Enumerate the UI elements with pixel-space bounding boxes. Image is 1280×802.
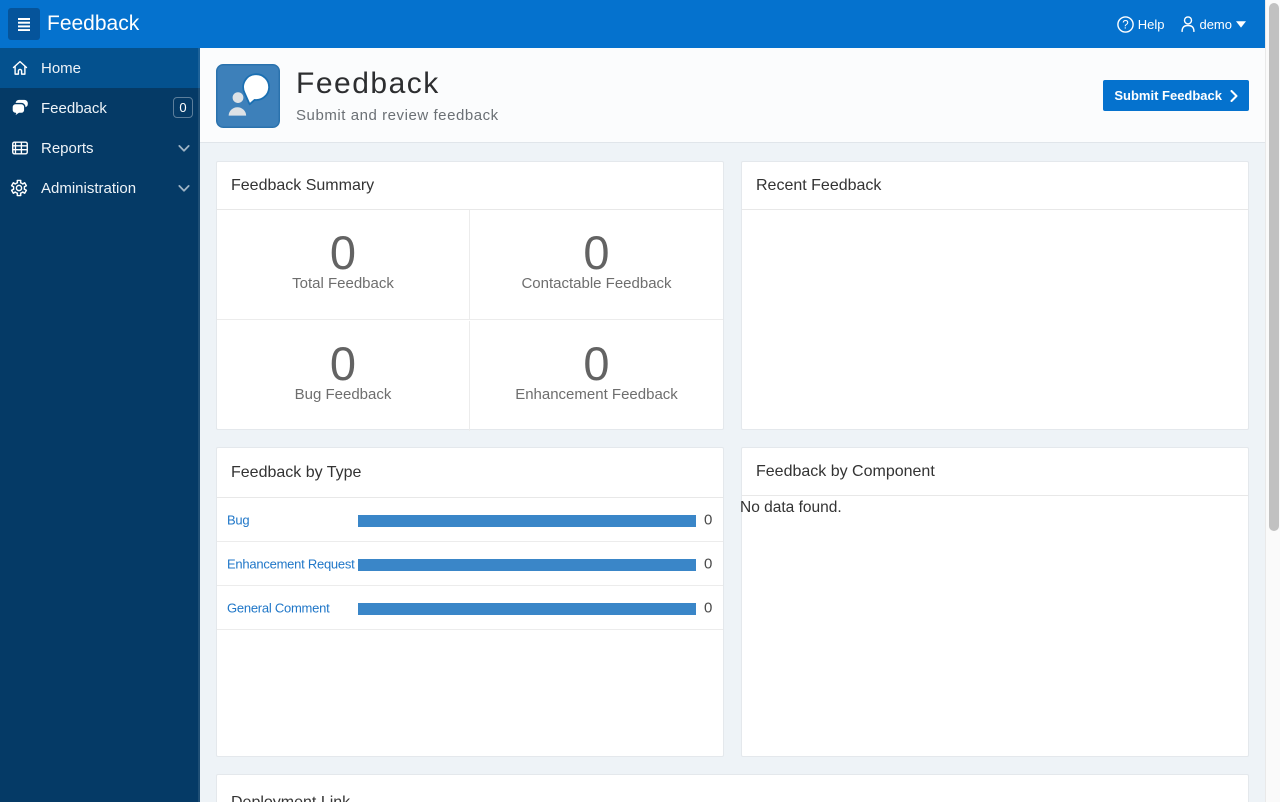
svg-text:?: ? [1122,19,1128,31]
